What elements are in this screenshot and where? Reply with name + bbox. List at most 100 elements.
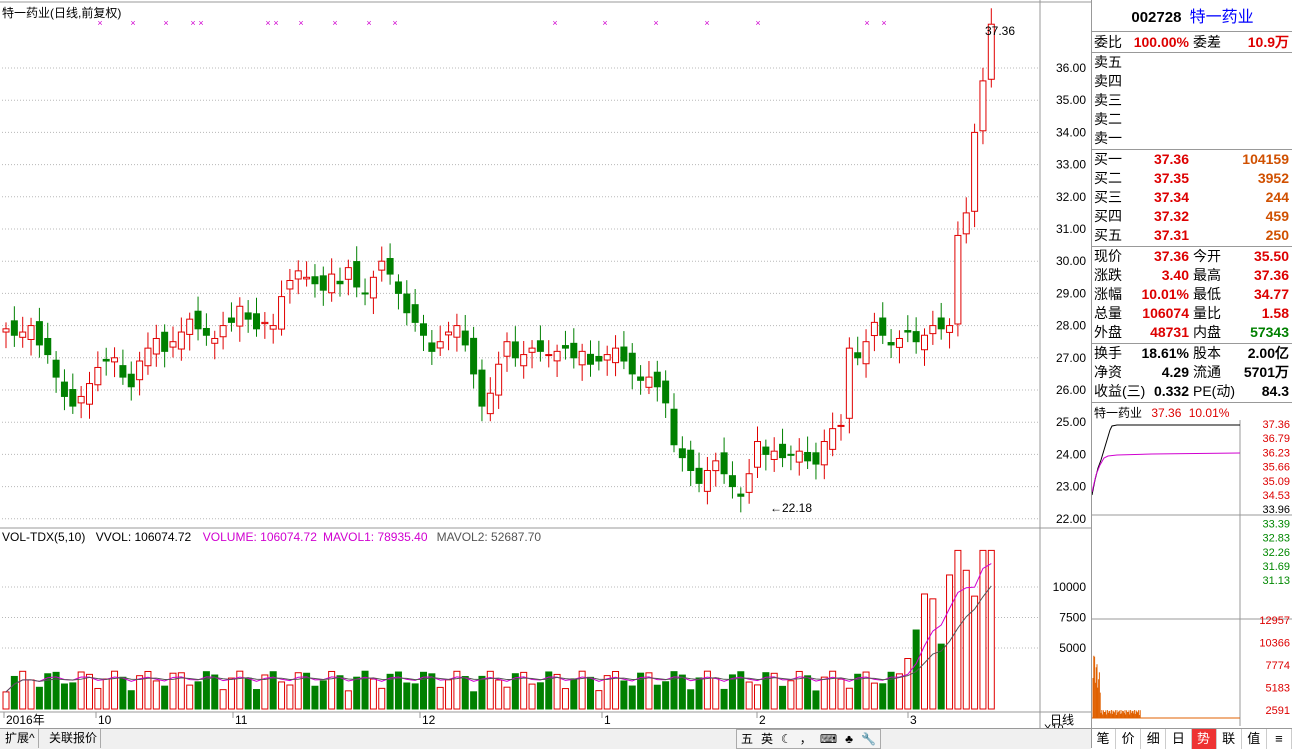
volume-bar	[962, 569, 970, 710]
mini-price-label: 34.53	[1262, 490, 1290, 502]
quote-tab[interactable]: 值	[1242, 729, 1267, 749]
volume-bar	[653, 684, 661, 710]
volume-bar	[102, 678, 110, 710]
volume-bar	[436, 686, 444, 710]
signal-marker: ×	[190, 18, 195, 28]
volume-bar	[253, 689, 260, 710]
row-value2: 1.58	[1261, 305, 1289, 321]
vol-header-item: VOL-TDX(5,10)	[2, 530, 85, 544]
expand-button[interactable]: 扩展^	[2, 729, 39, 748]
quote-tab[interactable]: 日	[1166, 729, 1192, 749]
price-axis-label: 27.00	[1056, 351, 1086, 365]
volume-bar	[19, 670, 27, 710]
sell-row: 卖四	[1092, 72, 1292, 91]
row-label2: 内盘	[1193, 324, 1221, 340]
row-value2: 3952	[1257, 170, 1289, 186]
ime-item[interactable]: ☾	[777, 730, 796, 748]
volume-bar	[595, 690, 603, 710]
volume-bar	[812, 690, 820, 710]
candle	[762, 439, 770, 471]
candle	[336, 267, 344, 297]
candle	[854, 336, 862, 366]
candle	[545, 340, 553, 368]
candle	[394, 274, 402, 310]
ime-item[interactable]: 五	[737, 730, 757, 748]
candle	[44, 322, 52, 364]
ime-item[interactable]: ，	[796, 730, 816, 748]
candle	[712, 452, 720, 487]
price-axis-label: 23.00	[1056, 480, 1086, 494]
candle	[60, 369, 68, 411]
quote-tab[interactable]: ≡	[1267, 729, 1292, 749]
price-axis-label: 29.00	[1056, 286, 1086, 300]
candle	[879, 302, 887, 345]
quote-tab[interactable]: 细	[1141, 729, 1167, 749]
candle	[536, 325, 544, 362]
candle	[820, 429, 828, 480]
vol-axis-label: 5000	[1059, 641, 1086, 655]
quote-tab[interactable]: 笔	[1091, 729, 1117, 749]
quote-tabbar: 笔价细日势联值 ≡	[1091, 728, 1292, 749]
volume-bar	[695, 677, 703, 710]
quote-tab[interactable]: 势	[1191, 729, 1217, 749]
mini-price-label: 35.09	[1262, 476, 1290, 488]
row-label: 总量	[1094, 305, 1122, 321]
mini-vol-label: 5183	[1266, 683, 1290, 695]
row-label: 买三	[1094, 189, 1122, 205]
related-quote-button[interactable]: 关联报价	[46, 729, 102, 748]
volume-bar	[152, 680, 160, 710]
candle	[219, 311, 227, 350]
ime-item[interactable]: ⌨	[816, 730, 841, 748]
volume-bar	[628, 685, 636, 710]
volume-bar	[536, 682, 544, 710]
buy-row: 买三 37.34 244	[1092, 188, 1292, 207]
kline-chart-area[interactable]: 36.00 35.00 34.00 33.00 32.00 31.00 30.00 29.00…	[0, 0, 1091, 728]
candle	[278, 280, 286, 336]
candle	[795, 438, 803, 476]
row-label: 换手	[1094, 345, 1122, 361]
row-value: 37.31	[1153, 227, 1189, 243]
volume-bar	[403, 682, 411, 710]
row-value2: 35.50	[1253, 248, 1289, 264]
row-label2: 流通	[1193, 364, 1221, 380]
ime-toolbar[interactable]: 五英 ☾， ⌨ ♣ 🔧	[736, 729, 881, 749]
volume-bar	[787, 680, 795, 710]
candle	[77, 386, 85, 419]
candle	[102, 347, 110, 376]
mini-price-label: 32.83	[1262, 533, 1290, 545]
volume-bar	[987, 549, 995, 710]
candle	[294, 260, 302, 295]
candle	[152, 324, 160, 367]
candle	[177, 317, 185, 361]
volume-bar	[94, 687, 102, 710]
candle	[520, 340, 528, 379]
candle	[344, 259, 352, 296]
quote-tab[interactable]: 联	[1217, 729, 1242, 749]
volume-bar	[870, 682, 878, 710]
candle	[595, 340, 603, 371]
ime-item[interactable]: ♣	[841, 730, 857, 748]
ime-item[interactable]: 英	[757, 730, 777, 748]
candle	[86, 371, 93, 419]
mini-price: 37.36	[1151, 406, 1182, 420]
price-axis-label: 34.00	[1056, 125, 1086, 139]
row-label: 卖三	[1094, 92, 1122, 108]
signal-marker: ×	[298, 18, 303, 28]
row-label2: 量比	[1193, 305, 1221, 321]
mavol2-line	[5, 585, 992, 693]
candle	[194, 296, 202, 341]
buy-row: 买四 37.32 459	[1092, 207, 1292, 226]
mini-price-label: 31.69	[1262, 561, 1290, 573]
intraday-mini-chart[interactable]: 37.36 36.79 36.23 35.66 35.09 34.53 33.96 33.39…	[1092, 420, 1292, 726]
candle	[2, 322, 10, 349]
quote-tab[interactable]: 价	[1116, 729, 1142, 749]
candle	[829, 412, 837, 457]
volume-bar	[286, 684, 294, 710]
stat-row: 外盘 48731 内盘 57343	[1092, 323, 1292, 342]
ime-item[interactable]: 🔧	[857, 730, 880, 748]
price-axis-label: 36.00	[1056, 61, 1086, 75]
volume-bar	[35, 686, 43, 710]
candle	[603, 345, 611, 376]
signal-marker: ×	[704, 18, 709, 28]
row-label: 买一	[1094, 151, 1122, 167]
